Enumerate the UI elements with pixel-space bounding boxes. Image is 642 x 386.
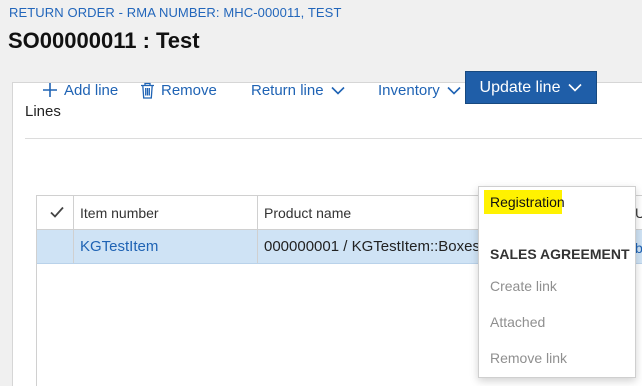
column-header-label: Item number: [80, 204, 159, 221]
breadcrumb[interactable]: RETURN ORDER - RMA NUMBER: MHC-000011, T…: [9, 5, 341, 20]
return-line-label: Return line: [251, 81, 324, 99]
product-name-cell[interactable]: 000000001 / KGTestItem::Boxes: [257, 230, 507, 263]
update-line-label: Update line: [479, 78, 561, 96]
column-header-item-number[interactable]: Item number: [73, 196, 257, 229]
chevron-down-icon: [568, 83, 583, 92]
column-header-product-name[interactable]: Product name: [257, 196, 507, 229]
select-all-checkbox[interactable]: [37, 196, 77, 229]
chevron-down-icon: [330, 86, 345, 95]
column-header-label: Product name: [264, 204, 352, 221]
menu-item-create-link[interactable]: Create link: [490, 278, 557, 294]
menu-item-registration[interactable]: Registration: [490, 194, 565, 210]
menu-item-remove-link[interactable]: Remove link: [490, 350, 567, 366]
inventory-label: Inventory: [378, 81, 440, 99]
add-line-button[interactable]: Add line: [42, 76, 118, 104]
menu-section-sales-agreement: SALES AGREEMENT: [490, 246, 630, 262]
row-cell-peek: b: [635, 240, 642, 256]
chevron-down-icon: [447, 86, 461, 95]
row-select-cell[interactable]: [37, 230, 73, 263]
add-line-label: Add line: [64, 81, 119, 99]
checkmark-icon: [50, 205, 64, 221]
return-line-button[interactable]: Return line: [251, 76, 345, 104]
item-number-cell[interactable]: KGTestItem: [73, 230, 257, 263]
lines-panel-title[interactable]: Lines: [25, 103, 61, 120]
trash-icon: [140, 82, 155, 99]
menu-item-attached[interactable]: Attached: [490, 314, 545, 330]
product-name-value: 000000001 / KGTestItem::Boxes: [264, 238, 480, 255]
update-line-menu: Registration SALES AGREEMENT Create link…: [478, 186, 636, 378]
panel-divider: [25, 138, 642, 139]
column-header-unit-peek: U: [635, 205, 642, 221]
update-line-button[interactable]: Update line: [465, 71, 597, 104]
page-title: SO00000011 : Test: [8, 28, 200, 53]
remove-button[interactable]: Remove: [140, 76, 217, 104]
remove-label: Remove: [161, 81, 217, 99]
inventory-button[interactable]: Inventory: [378, 76, 461, 104]
plus-icon: [42, 82, 58, 98]
item-number-link[interactable]: KGTestItem: [80, 238, 158, 255]
